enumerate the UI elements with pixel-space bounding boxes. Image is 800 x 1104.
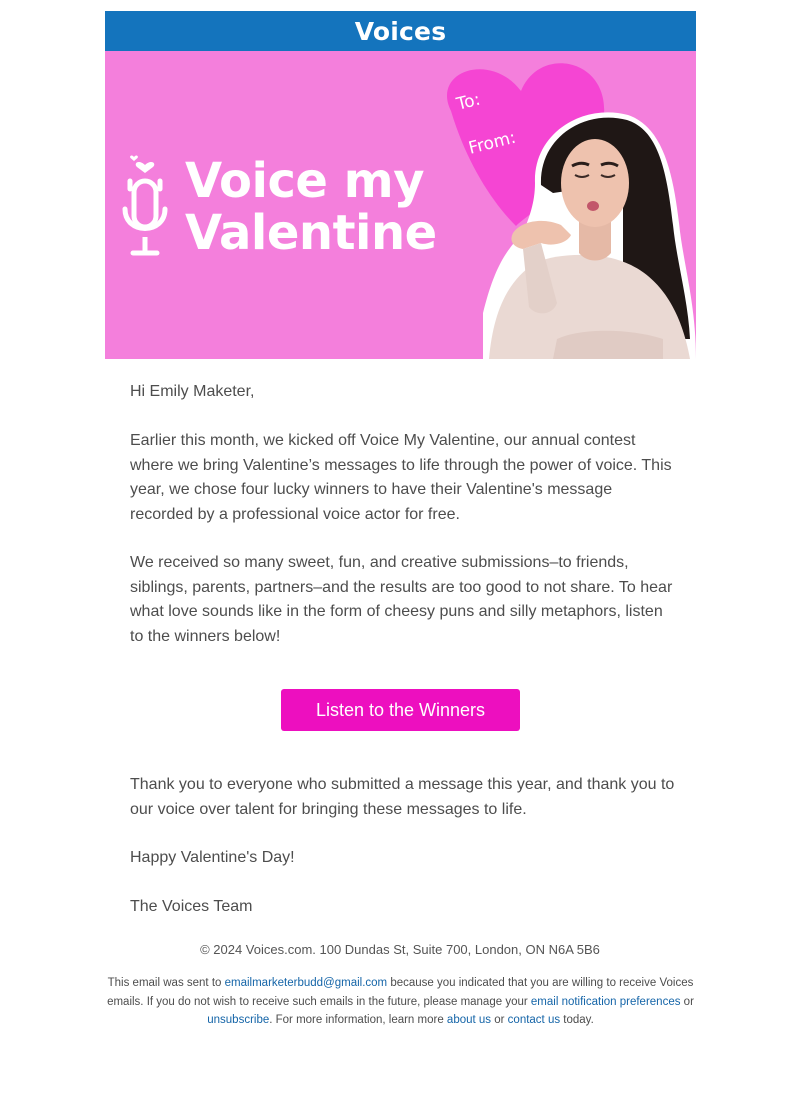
- legal-text-6: today.: [560, 1014, 594, 1026]
- hero-banner[interactable]: Voice my Valentine To: From:: [105, 51, 696, 359]
- footer-legal: This email was sent to emailmarketerbudd…: [105, 974, 696, 1030]
- email-container: Voices Voice my Valentine To: From:: [105, 11, 696, 359]
- signoff: The Voices Team: [130, 898, 253, 915]
- unsubscribe-link[interactable]: unsubscribe: [207, 1014, 269, 1026]
- listen-to-winners-button[interactable]: Listen to the Winners: [281, 689, 520, 731]
- footer-address: © 2024 Voices.com. 100 Dundas St, Suite …: [200, 942, 600, 957]
- greeting: Hi Emily Maketer,: [130, 383, 255, 400]
- legal-text-5: or: [491, 1014, 508, 1026]
- notification-preferences-link[interactable]: email notification preferences: [531, 996, 681, 1008]
- microphone-icon: [122, 155, 168, 256]
- intro-paragraph: Earlier this month, we kicked off Voice …: [130, 432, 672, 523]
- voices-logo[interactable]: Voices: [355, 17, 447, 46]
- about-us-link[interactable]: about us: [447, 1014, 491, 1026]
- heart-icon: [135, 161, 155, 173]
- hero-title-line1: Voice my: [185, 153, 424, 209]
- legal-text-3: or: [680, 995, 694, 1008]
- contact-us-link[interactable]: contact us: [508, 1014, 560, 1026]
- header-bar: Voices: [105, 11, 696, 51]
- person-photo: [483, 112, 696, 359]
- hero-title-line2: Valentine: [185, 205, 437, 261]
- thanks-paragraph: Thank you to everyone who submitted a me…: [130, 776, 675, 818]
- legal-text-4: . For more information, learn more: [269, 1014, 447, 1026]
- email-link[interactable]: emailmarketerbudd@gmail.com: [225, 977, 388, 989]
- legal-text-1: This email was sent to: [107, 977, 225, 989]
- happy-valentines: Happy Valentine's Day!: [130, 849, 295, 866]
- submissions-paragraph: We received so many sweet, fun, and crea…: [130, 554, 673, 645]
- hero-title: Voice my Valentine: [185, 155, 437, 259]
